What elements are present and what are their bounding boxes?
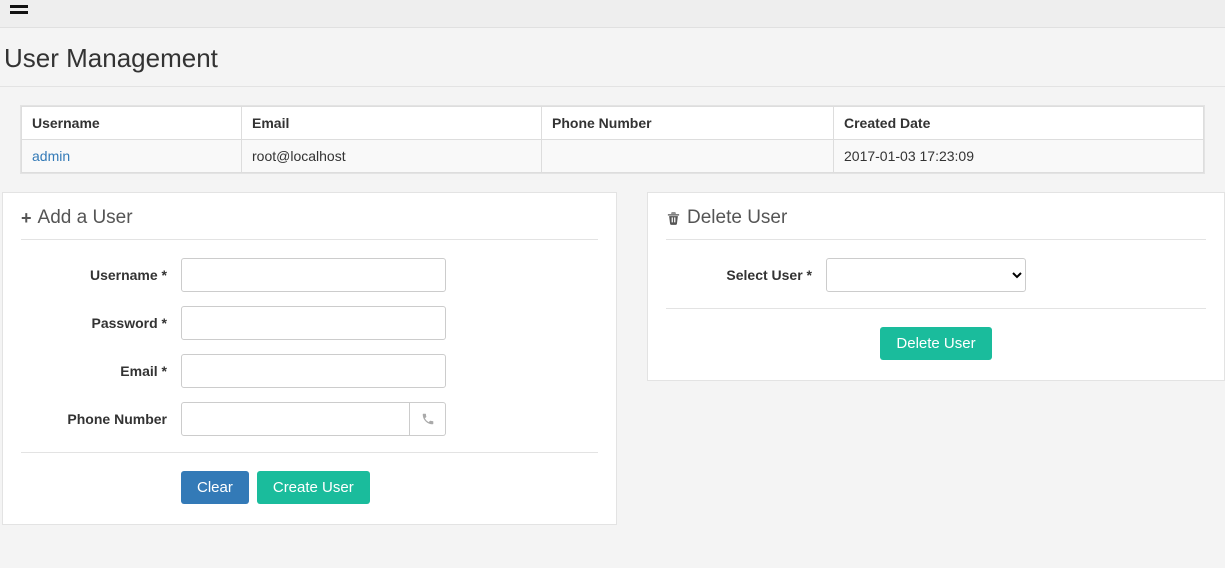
select-user-dropdown[interactable] xyxy=(826,258,1026,292)
cell-email: root@localhost xyxy=(242,140,542,173)
cell-username[interactable]: admin xyxy=(22,140,242,173)
cell-created: 2017-01-03 17:23:09 xyxy=(834,140,1204,173)
col-email: Email xyxy=(242,107,542,140)
phone-input[interactable] xyxy=(181,402,410,436)
delete-user-title-text: Delete User xyxy=(687,207,787,229)
users-table: Username Email Phone Number Created Date… xyxy=(21,106,1204,173)
col-phone: Phone Number xyxy=(542,107,834,140)
page-title: User Management xyxy=(4,43,1225,74)
delete-user-title: Delete User xyxy=(666,207,1206,229)
add-user-panel: + Add a User Username * Password * Email… xyxy=(2,192,617,525)
label-username: Username * xyxy=(21,267,181,283)
table-header-row: Username Email Phone Number Created Date xyxy=(22,107,1204,140)
label-select-user: Select User * xyxy=(666,267,826,283)
create-user-button[interactable]: Create User xyxy=(257,471,370,504)
plus-icon: + xyxy=(21,209,32,227)
label-password: Password * xyxy=(21,315,181,331)
delete-user-button[interactable]: Delete User xyxy=(880,327,991,360)
add-user-title-text: Add a User xyxy=(38,207,133,229)
cell-phone xyxy=(542,140,834,173)
label-phone: Phone Number xyxy=(21,411,181,427)
topbar xyxy=(0,0,1225,28)
clear-button[interactable]: Clear xyxy=(181,471,249,504)
label-email: Email * xyxy=(21,363,181,379)
col-username: Username xyxy=(22,107,242,140)
divider xyxy=(21,452,598,453)
password-input[interactable] xyxy=(181,306,446,340)
divider xyxy=(666,239,1206,240)
users-table-panel: Username Email Phone Number Created Date… xyxy=(20,105,1205,174)
page-header: User Management xyxy=(0,28,1225,87)
col-created: Created Date xyxy=(834,107,1204,140)
divider xyxy=(21,239,598,240)
table-row: admin root@localhost 2017-01-03 17:23:09 xyxy=(22,140,1204,173)
username-input[interactable] xyxy=(181,258,446,292)
hamburger-icon[interactable] xyxy=(10,2,28,17)
email-input[interactable] xyxy=(181,354,446,388)
delete-user-panel: Delete User Select User * Delete User xyxy=(647,192,1225,381)
divider xyxy=(666,308,1206,309)
add-user-title: + Add a User xyxy=(21,207,598,229)
trash-icon xyxy=(666,210,681,226)
phone-icon xyxy=(410,402,446,436)
